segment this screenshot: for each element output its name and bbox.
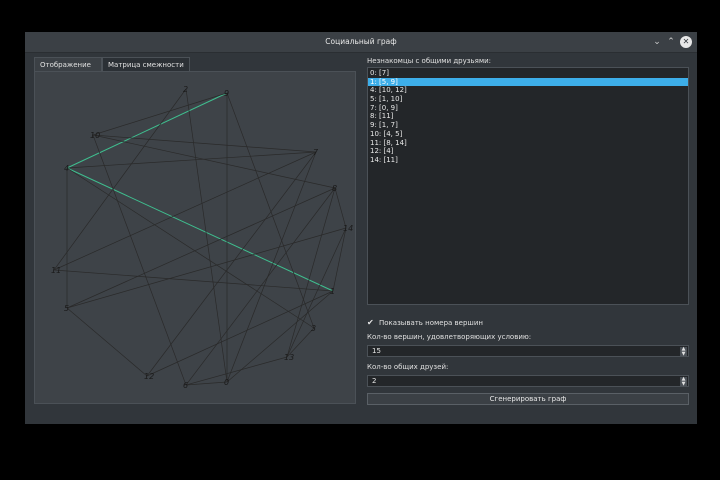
graph-drawing: 2 910748141115313126 0 [51, 85, 353, 390]
graph-edge [226, 290, 334, 383]
graph-edge [53, 88, 187, 271]
graph-edge [92, 134, 317, 153]
list-item[interactable]: 8: [11] [368, 112, 688, 121]
list-item[interactable]: 11: [8, 14] [368, 139, 688, 148]
list-item[interactable]: 9: [1, 7] [368, 121, 688, 130]
graph-node-label[interactable]: 13 [284, 353, 294, 362]
strangers-list[interactable]: 0: [7] 1: [5, 9] 4: [10, 12] 5: [1, 10] 7: [… [367, 67, 689, 305]
graph-node-label[interactable]: 2 [183, 85, 188, 94]
show-vertex-numbers-label: Показывать номера вершин [379, 319, 483, 327]
generate-graph-button[interactable]: Сгенерировать граф [367, 393, 689, 405]
graph-node-label[interactable]: 12 [144, 372, 154, 381]
common-friends-value: 2 [372, 377, 377, 385]
list-item[interactable]: 0: [7] [368, 69, 688, 78]
graph-edge [146, 290, 334, 377]
graph-edge [66, 187, 336, 309]
spin-arrows-icon[interactable]: ▲ ▼ [680, 347, 687, 356]
graph-canvas[interactable]: 2 9 10 7 4 8 14 11 1 5 3 13 12 6 0 [34, 71, 356, 404]
checkmark-icon[interactable]: ✔ [367, 318, 376, 327]
vertex-count-spinbox[interactable]: 15 ▲ ▼ [367, 345, 689, 357]
graph-edge [185, 356, 288, 386]
graph-edge [226, 92, 315, 329]
graph-edge [92, 134, 187, 386]
common-friends-spinbox[interactable]: 2 ▲ ▼ [367, 375, 689, 387]
graph-edge [92, 92, 228, 136]
main-window: Социальный граф ⌄ ⌃ ✕ Отображение Матриц… [25, 32, 697, 424]
graph-node-label[interactable]: 0 [224, 378, 229, 387]
graph-node-label[interactable]: 8 [332, 184, 337, 193]
graph-edge [185, 88, 228, 383]
graph-node-label[interactable]: 6 [183, 381, 188, 390]
graph-edge [66, 151, 317, 169]
graph-node-label[interactable]: 14 [343, 224, 353, 233]
graph-edge [332, 227, 347, 292]
vertex-count-value: 15 [372, 347, 381, 355]
graph-edge [66, 307, 148, 377]
graph-edge [92, 134, 336, 189]
title-bar[interactable]: Социальный граф ⌄ ⌃ ✕ [25, 32, 697, 53]
graph-node-label[interactable]: 4 [64, 164, 69, 173]
strangers-label: Незнакомцы с общими друзьями: [367, 57, 492, 65]
close-icon[interactable]: ✕ [680, 36, 692, 48]
graph-node-label[interactable]: 3 [311, 324, 316, 333]
list-item[interactable]: 4: [10, 12] [368, 86, 688, 95]
graph-edge [226, 151, 317, 383]
graph-node-label[interactable]: 7 [313, 148, 319, 157]
list-item[interactable]: 7: [0, 9] [368, 104, 688, 113]
graph-node-label[interactable]: 5 [64, 304, 69, 313]
graph-node-label[interactable]: 9 [224, 89, 229, 98]
list-item[interactable]: 1: [5, 9] [368, 77, 688, 87]
spin-arrows-icon[interactable]: ▲ ▼ [680, 377, 687, 386]
graph-node-label[interactable]: 1 [330, 287, 335, 296]
list-item[interactable]: 14: [11] [368, 156, 688, 165]
graph-node-label[interactable]: 10 [90, 131, 100, 140]
list-item[interactable]: 5: [1, 10] [368, 95, 688, 104]
graph-edge [185, 187, 336, 386]
graph-node-label[interactable]: 11 [51, 266, 61, 275]
tab-display[interactable]: Отображение [34, 57, 102, 71]
chevron-up-icon[interactable]: ⌃ [665, 36, 677, 48]
vertex-count-label: Кол-во вершин, удовлетворяющих условию: [367, 333, 532, 341]
graph-edge [53, 151, 317, 271]
list-item[interactable]: 12: [4] [368, 147, 688, 156]
graph-edge [286, 227, 347, 358]
chevron-down-icon[interactable]: ⌄ [651, 36, 663, 48]
graph-edge [53, 269, 334, 292]
common-friends-label: Кол-во общих друзей: [367, 363, 449, 371]
list-item[interactable]: 10: [4, 5] [368, 130, 688, 139]
graph-edge [334, 187, 347, 229]
tab-adjacency-matrix[interactable]: Матрица смежности [102, 57, 190, 71]
window-title: Социальный граф [325, 37, 397, 46]
